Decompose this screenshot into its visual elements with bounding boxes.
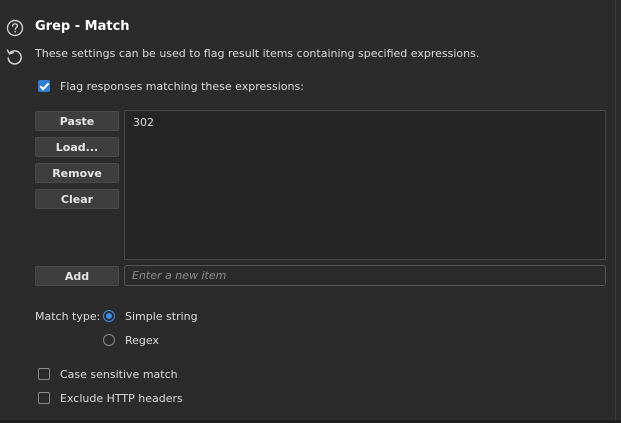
case-sensitive-checkbox[interactable] [38,368,50,380]
exclude-headers-label: Exclude HTTP headers [60,392,183,405]
expressions-list[interactable]: 302 [124,110,606,260]
case-sensitive-label: Case sensitive match [60,368,178,381]
new-item-input[interactable]: Enter a new item [124,265,606,286]
regex-label: Regex [125,334,159,347]
flag-responses-checkbox[interactable] [38,80,50,92]
reset-icon[interactable] [5,47,24,66]
help-circle-icon[interactable] [6,19,24,37]
grep-match-panel: Grep - Match These settings can be used … [0,0,616,420]
list-item[interactable]: 302 [133,116,154,129]
flag-responses-label: Flag responses matching these expression… [60,80,304,93]
remove-button[interactable]: Remove [35,163,119,183]
regex-radio[interactable] [103,334,115,346]
add-button[interactable]: Add [35,266,119,286]
paste-button[interactable]: Paste [35,111,119,131]
section-description: These settings can be used to flag resul… [35,47,480,60]
load-button[interactable]: Load... [35,137,119,157]
match-type-label: Match type: [35,310,101,323]
clear-button[interactable]: Clear [35,189,119,209]
simple-string-label: Simple string [125,310,198,323]
exclude-headers-checkbox[interactable] [38,392,50,404]
section-title: Grep - Match [35,19,130,34]
simple-string-radio[interactable] [103,310,115,322]
